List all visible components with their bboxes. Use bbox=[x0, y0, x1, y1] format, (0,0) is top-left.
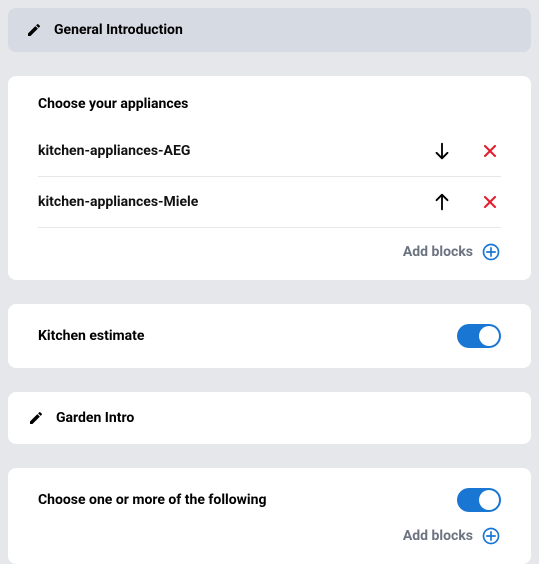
add-blocks-row: Add blocks bbox=[38, 512, 501, 546]
plus-circle-icon bbox=[481, 242, 501, 262]
close-icon bbox=[480, 192, 500, 212]
arrow-down-icon bbox=[431, 140, 453, 162]
kitchen-estimate-card: Kitchen estimate bbox=[8, 304, 531, 368]
add-blocks-label: Add blocks bbox=[403, 244, 473, 260]
remove-button[interactable] bbox=[479, 191, 501, 213]
appliances-title: Choose your appliances bbox=[38, 96, 501, 112]
remove-button[interactable] bbox=[479, 140, 501, 162]
garden-intro-header[interactable]: Garden Intro bbox=[8, 392, 531, 444]
pencil-icon bbox=[28, 410, 44, 426]
kitchen-estimate-toggle[interactable] bbox=[457, 324, 501, 348]
kitchen-estimate-label: Kitchen estimate bbox=[38, 328, 457, 344]
garden-intro-title: Garden Intro bbox=[56, 410, 134, 426]
pencil-icon bbox=[26, 22, 42, 38]
add-blocks-button[interactable] bbox=[481, 242, 501, 262]
move-up-button[interactable] bbox=[431, 191, 453, 213]
move-down-button[interactable] bbox=[431, 140, 453, 162]
arrow-up-icon bbox=[431, 191, 453, 213]
general-introduction-header[interactable]: General Introduction bbox=[8, 8, 531, 52]
plus-circle-icon bbox=[481, 526, 501, 546]
list-item-label: kitchen-appliances-AEG bbox=[38, 143, 431, 159]
choose-toggle[interactable] bbox=[457, 488, 501, 512]
choose-title: Choose one or more of the following bbox=[38, 492, 457, 508]
add-blocks-label: Add blocks bbox=[403, 528, 473, 544]
list-item: kitchen-appliances-AEG bbox=[38, 126, 501, 177]
list-item-label: kitchen-appliances-Miele bbox=[38, 194, 431, 210]
close-icon bbox=[480, 141, 500, 161]
list-item: kitchen-appliances-Miele bbox=[38, 177, 501, 228]
header-title: General Introduction bbox=[54, 22, 183, 38]
choose-card: Choose one or more of the following Add … bbox=[8, 468, 531, 564]
appliances-card: Choose your appliances kitchen-appliance… bbox=[8, 76, 531, 280]
add-blocks-button[interactable] bbox=[481, 526, 501, 546]
add-blocks-row: Add blocks bbox=[38, 228, 501, 262]
